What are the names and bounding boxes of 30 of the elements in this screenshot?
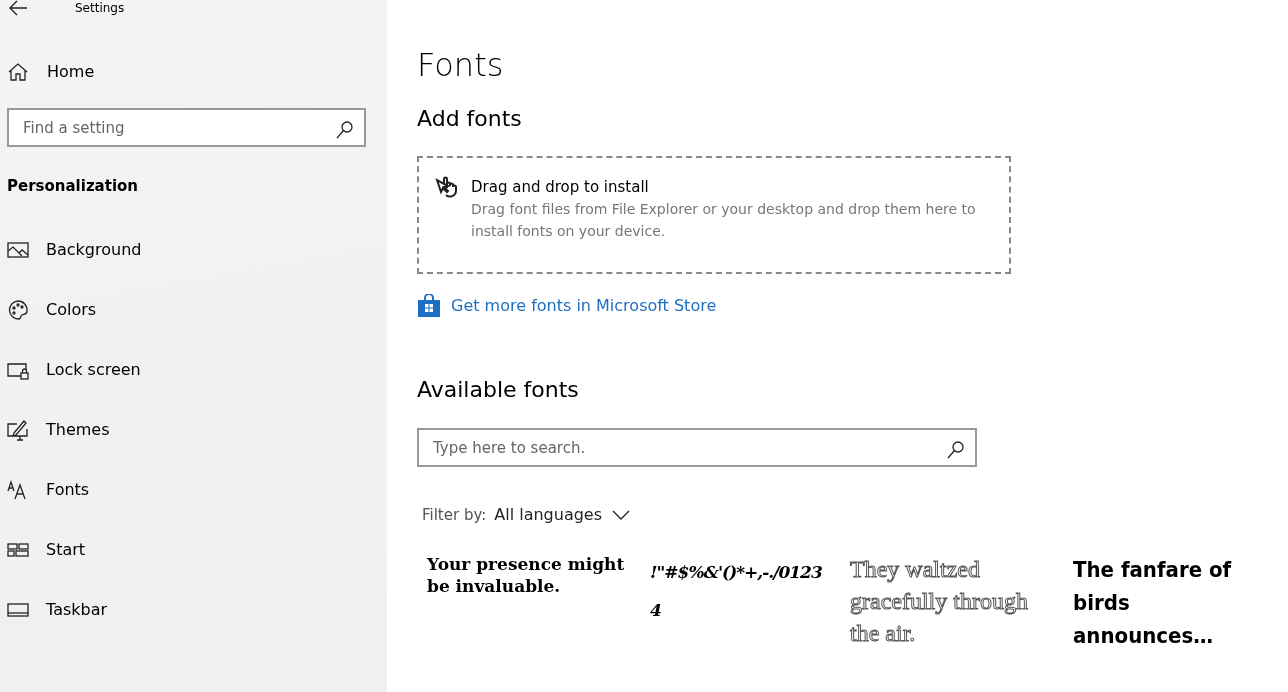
drop-description: Drag font files from File Explorer or your desktop and drop them here to install fonts on your device.: [471, 200, 977, 242]
hand-cursor-icon: [435, 175, 457, 198]
search-field[interactable]: Type here to search.: [417, 428, 977, 468]
nav-item[interactable]: Background: [7, 219, 387, 280]
font-sample[interactable]: The fanfare of birds announces…: [1063, 553, 1255, 653]
page-title: Fonts: [417, 46, 505, 85]
nav-item[interactable]: Colors: [7, 279, 387, 340]
section-heading: Personalization: [7, 176, 140, 197]
language-filter-dropdown[interactable]: All languages: [494, 503, 633, 528]
store-link[interactable]: Get more fonts in Microsoft Store: [417, 293, 717, 318]
font-sample[interactable]: !"#$%&'()*+,-./01234: [640, 553, 840, 653]
store-bag-icon: [417, 293, 441, 318]
section-heading: Add fonts: [417, 106, 523, 133]
nav-item[interactable]: Lock screen: [7, 339, 387, 400]
palette-icon: [7, 298, 29, 321]
search-icon: [334, 119, 356, 141]
section-heading: Available fonts: [417, 376, 580, 404]
drop-zone[interactable]: Drag and drop to install Drag font files from File Explorer or your desktop and drop them here to install fonts on your device.: [417, 155, 1011, 274]
nav-item[interactable]: Themes: [7, 399, 387, 460]
nav-item[interactable]: Fonts: [7, 459, 387, 520]
home-icon: [7, 61, 29, 83]
search-field[interactable]: Find a setting: [7, 108, 366, 147]
font-sample[interactable]: Your presence might be invaluable.: [417, 553, 640, 653]
monitor-brush-icon: [7, 418, 29, 441]
filter-label: Filter by:: [422, 504, 487, 526]
drop-title: Drag and drop to install: [471, 176, 650, 198]
nav-item[interactable]: Start: [7, 519, 387, 580]
home-link[interactable]: Home: [7, 54, 387, 90]
nav-item[interactable]: Taskbar: [7, 579, 387, 640]
window-title: Settings: [75, 1, 125, 15]
